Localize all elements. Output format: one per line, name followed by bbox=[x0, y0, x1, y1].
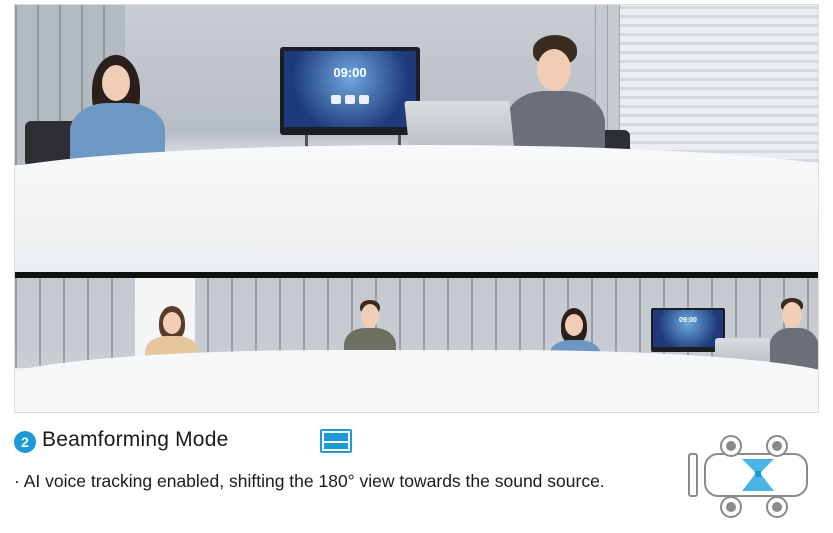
beam-icon bbox=[742, 459, 774, 491]
bottom-camera-view: 09:00 bbox=[15, 278, 818, 412]
camera-preview-frame: 09:00 09:00 bbox=[14, 4, 819, 413]
seat-icon bbox=[720, 496, 742, 518]
top-camera-view: 09:00 bbox=[15, 5, 818, 272]
panoramic-split-screen-icon bbox=[320, 429, 352, 453]
mode-description: · AI voice tracking enabled, shifting th… bbox=[14, 471, 605, 491]
seat-icon bbox=[766, 496, 788, 518]
mode-title: Beamforming Mode bbox=[42, 428, 229, 451]
caption-title: Beamforming Mode bbox=[42, 427, 228, 453]
display-clock: 09:00 bbox=[333, 65, 367, 80]
seat-icon bbox=[766, 435, 788, 457]
display-outline bbox=[688, 453, 698, 497]
seat-icon bbox=[720, 435, 742, 457]
conference-table bbox=[15, 350, 818, 412]
wall-display-small: 09:00 bbox=[651, 308, 725, 352]
conference-table bbox=[15, 145, 818, 272]
display-clock-small: 09:00 bbox=[679, 317, 697, 324]
step-number-badge: 2 bbox=[14, 431, 36, 453]
meeting-room-beamforming-diagram-icon bbox=[686, 435, 822, 520]
wall-display: 09:00 bbox=[280, 47, 420, 135]
